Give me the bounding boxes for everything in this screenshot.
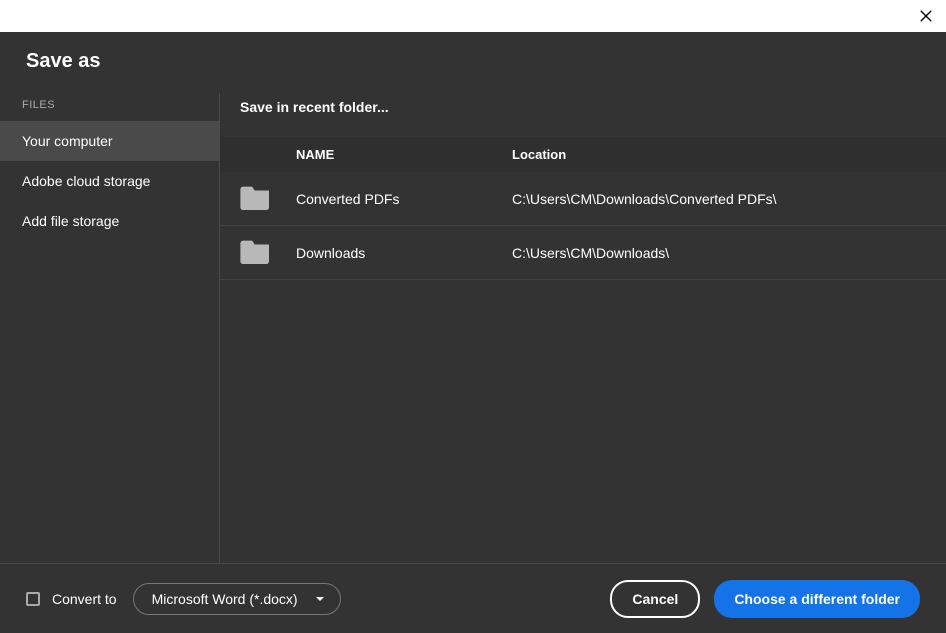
table-header-icon-col (240, 147, 296, 162)
sidebar-item-add-storage[interactable]: Add file storage (0, 201, 219, 241)
folder-location: C:\Users\CM\Downloads\Converted PDFs\ (512, 191, 926, 207)
dialog-title: Save as (26, 50, 920, 73)
dialog-footer: Convert to Microsoft Word (*.docx) Cance… (0, 563, 946, 633)
close-button[interactable] (916, 6, 936, 26)
dialog-body: FILES Your computer Adobe cloud storage … (0, 93, 946, 563)
sidebar-item-your-computer[interactable]: Your computer (0, 121, 219, 161)
format-dropdown[interactable]: Microsoft Word (*.docx) (133, 583, 341, 615)
choose-folder-button[interactable]: Choose a different folder (714, 580, 920, 618)
sidebar-item-label: Your computer (22, 133, 113, 149)
sidebar-item-label: Adobe cloud storage (22, 173, 150, 189)
folder-row[interactable]: Converted PDFs C:\Users\CM\Downloads\Con… (220, 172, 946, 226)
folder-icon-cell (240, 238, 296, 267)
convert-to-checkbox[interactable]: Convert to (26, 591, 117, 607)
table-header-name: NAME (296, 147, 512, 162)
convert-to-label: Convert to (52, 591, 117, 607)
cancel-button[interactable]: Cancel (610, 580, 700, 618)
main-panel: Save in recent folder... NAME Location C… (220, 93, 946, 563)
folder-icon (240, 184, 272, 210)
sidebar: FILES Your computer Adobe cloud storage … (0, 93, 220, 563)
dialog-header: Save as (0, 32, 946, 93)
save-as-dialog: Save as FILES Your computer Adobe cloud … (0, 32, 946, 633)
table-header: NAME Location (220, 137, 946, 172)
footer-left: Convert to Microsoft Word (*.docx) (26, 583, 341, 615)
checkbox-box (26, 592, 40, 606)
folder-icon-cell (240, 184, 296, 213)
folder-row[interactable]: Downloads C:\Users\CM\Downloads\ (220, 226, 946, 280)
table-header-location: Location (512, 147, 926, 162)
sidebar-item-label: Add file storage (22, 213, 119, 229)
window-topbar (0, 0, 946, 32)
folder-name: Downloads (296, 245, 512, 261)
close-icon (919, 9, 933, 23)
folder-location: C:\Users\CM\Downloads\ (512, 245, 926, 261)
sidebar-section-label: FILES (0, 93, 219, 121)
recent-folder-heading: Save in recent folder... (220, 93, 946, 137)
footer-right: Cancel Choose a different folder (610, 580, 920, 618)
chevron-down-icon (314, 593, 326, 605)
folder-icon (240, 238, 272, 264)
sidebar-item-cloud-storage[interactable]: Adobe cloud storage (0, 161, 219, 201)
folder-name: Converted PDFs (296, 191, 512, 207)
format-selected: Microsoft Word (*.docx) (152, 591, 298, 607)
